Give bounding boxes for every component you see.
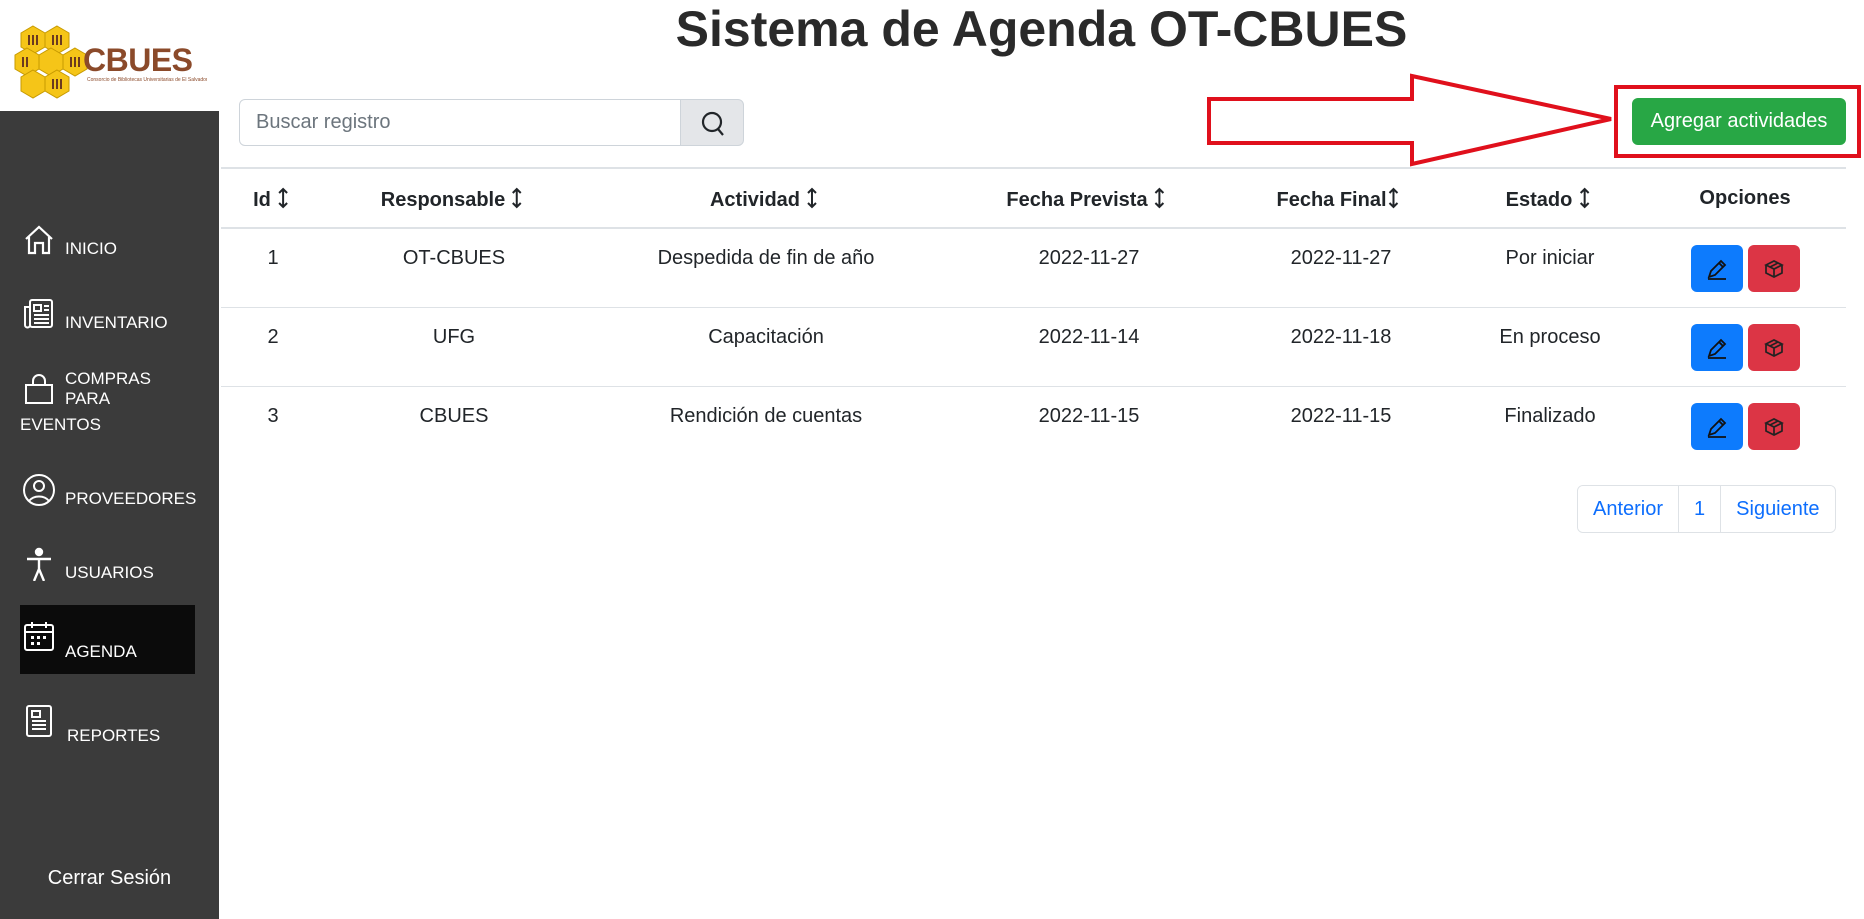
- pagination-next[interactable]: Siguiente: [1721, 486, 1835, 532]
- search-input[interactable]: [239, 99, 681, 146]
- cell-id: 3: [267, 405, 279, 427]
- cell-fecha-prevista: 2022-11-15: [1038, 405, 1140, 427]
- sort-icon: [1579, 187, 1590, 209]
- brand-subtitle: Consorcio de Bibliotecas Universitarias …: [87, 77, 207, 83]
- cell-id: 2: [267, 326, 279, 348]
- add-activities-button[interactable]: Agregar actividades: [1632, 98, 1846, 145]
- column-header-fecha-prevista[interactable]: Fecha Prevista: [1006, 187, 1165, 212]
- sidebar-item-label: INVENTARIO: [65, 313, 168, 332]
- sidebar-item-label: PROVEEDORES: [65, 489, 197, 508]
- cell-responsable: OT-CBUES: [402, 247, 506, 269]
- home-icon: [25, 225, 53, 255]
- sidebar: INICIO INVENTARIO COMPRAS PARA EVENTOS P…: [0, 111, 219, 919]
- sidebar-item-reportes[interactable]: REPORTES: [20, 704, 195, 746]
- column-header-actividad[interactable]: Actividad: [710, 187, 818, 212]
- column-header-estado[interactable]: Estado: [1506, 187, 1591, 212]
- delete-button[interactable]: [1748, 245, 1800, 292]
- cell-actividad: Despedida de fin de año: [657, 247, 875, 269]
- cell-fecha-final: 2022-11-15: [1290, 405, 1392, 427]
- calendar-icon: [24, 622, 54, 651]
- report-icon: [26, 705, 52, 737]
- sort-icon: [278, 187, 288, 209]
- logo: CBUES Consorcio de Bibliotecas Universit…: [0, 0, 219, 111]
- column-header-responsable[interactable]: Responsable: [381, 187, 523, 212]
- sidebar-item-agenda[interactable]: AGENDA: [20, 605, 195, 674]
- pagination-prev[interactable]: Anterior: [1578, 486, 1680, 532]
- cell-actividad: Capacitación: [708, 326, 824, 348]
- edit-button[interactable]: [1691, 403, 1743, 450]
- delete-button[interactable]: [1748, 403, 1800, 450]
- column-header-id[interactable]: Id: [253, 187, 289, 212]
- cell-fecha-prevista: 2022-11-14: [1038, 326, 1140, 348]
- trash-box-icon: [1764, 260, 1784, 278]
- cell-fecha-final: 2022-11-27: [1290, 247, 1392, 269]
- sidebar-item-label: INICIO: [65, 239, 117, 258]
- cell-id: 1: [267, 247, 279, 269]
- logout-button[interactable]: Cerrar Sesión: [0, 867, 219, 890]
- newspaper-icon: [24, 299, 53, 329]
- sort-icon: [1154, 187, 1165, 209]
- column-header-opciones: Opciones: [1699, 187, 1791, 209]
- sidebar-item-label: REPORTES: [67, 726, 161, 745]
- search-button[interactable]: [680, 99, 744, 146]
- brand-name: CBUES: [83, 42, 193, 78]
- pencil-icon: [1707, 338, 1727, 359]
- search-icon: [701, 111, 724, 136]
- page-title: Sistema de Agenda OT-CBUES: [675, 1, 1408, 57]
- honeycomb-logo-icon: [14, 25, 88, 99]
- column-header-fecha-final[interactable]: Fecha Final: [1276, 187, 1399, 212]
- trash-box-icon: [1764, 418, 1784, 436]
- table-row: 3 CBUES Rendición de cuentas 2022-11-15 …: [221, 387, 1846, 466]
- person-icon: [27, 547, 51, 581]
- cell-responsable: UFG: [432, 326, 476, 348]
- table-row: 2 UFG Capacitación 2022-11-14 2022-11-18…: [221, 308, 1846, 387]
- table-row: 1 OT-CBUES Despedida de fin de año 2022-…: [221, 229, 1846, 308]
- sort-icon: [1388, 187, 1399, 209]
- cell-fecha-prevista: 2022-11-27: [1038, 247, 1140, 269]
- shopping-bag-icon: [25, 374, 53, 404]
- table-header: Id Responsable Actividad Fecha Prevista …: [221, 167, 1846, 229]
- sidebar-item-compras-para-eventos[interactable]: COMPRAS PARA: [20, 369, 195, 409]
- pencil-icon: [1707, 259, 1727, 280]
- edit-button[interactable]: [1691, 324, 1743, 371]
- sidebar-item-label: USUARIOS: [65, 563, 154, 582]
- pagination-page-1[interactable]: 1: [1679, 486, 1722, 532]
- cell-estado: Por iniciar: [1505, 247, 1595, 269]
- activities-table: Id Responsable Actividad Fecha Prevista …: [221, 167, 1846, 466]
- sidebar-item-inicio[interactable]: INICIO: [20, 223, 195, 259]
- cell-responsable: CBUES: [419, 405, 489, 427]
- sidebar-item-label: AGENDA: [65, 642, 137, 661]
- cell-estado: Finalizado: [1504, 405, 1596, 427]
- sidebar-item-usuarios[interactable]: USUARIOS: [20, 547, 195, 583]
- user-circle-icon: [23, 474, 55, 506]
- sidebar-item-label: COMPRAS PARA: [65, 369, 151, 408]
- sidebar-item-label-continued: EVENTOS: [20, 415, 101, 434]
- sidebar-item-proveedores[interactable]: PROVEEDORES: [20, 473, 197, 509]
- cell-estado: En proceso: [1499, 326, 1601, 348]
- annotation-arrow-icon: [1207, 73, 1612, 167]
- cell-fecha-final: 2022-11-18: [1290, 326, 1392, 348]
- sort-icon: [512, 187, 522, 209]
- cell-actividad: Rendición de cuentas: [669, 405, 863, 427]
- sort-icon: [807, 187, 817, 209]
- delete-button[interactable]: [1748, 324, 1800, 371]
- edit-button[interactable]: [1691, 245, 1743, 292]
- pencil-icon: [1707, 417, 1727, 438]
- pagination: Anterior 1 Siguiente: [1577, 485, 1836, 533]
- sidebar-item-inventario[interactable]: INVENTARIO: [20, 297, 195, 333]
- trash-box-icon: [1764, 339, 1784, 357]
